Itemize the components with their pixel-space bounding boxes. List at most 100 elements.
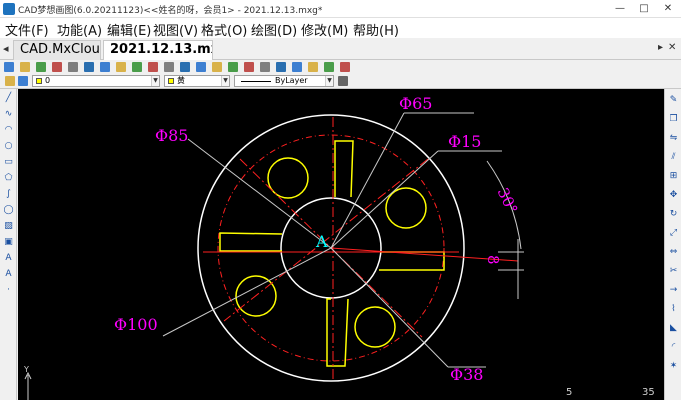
break-icon[interactable]: ⌇ [668, 304, 679, 315]
menu-function[interactable]: 功能(A) [57, 20, 102, 39]
point-icon[interactable]: · [3, 285, 14, 296]
array-icon[interactable]: ⊞ [668, 171, 679, 182]
pdf-icon[interactable] [324, 62, 334, 72]
mtext-icon[interactable]: A [3, 269, 14, 280]
properties-icon[interactable] [276, 62, 286, 72]
coordinate-x: 5 [566, 387, 573, 398]
layer-state-icon[interactable] [18, 76, 28, 86]
menu-file[interactable]: 文件(F) [5, 20, 49, 39]
erase-icon[interactable]: ✎ [668, 95, 679, 106]
menu-modify[interactable]: 修改(M) [301, 20, 348, 39]
slot-bottom [326, 298, 349, 367]
scale-icon[interactable]: ⤢ [668, 228, 679, 239]
zoom-in-icon[interactable] [180, 62, 190, 72]
chamfer-icon[interactable]: ◣ [668, 323, 679, 334]
extend-icon[interactable]: → [668, 285, 679, 296]
copy-icon[interactable] [84, 62, 94, 72]
layer-value: 0 [45, 76, 51, 85]
tab-list-icon[interactable]: ▸ [658, 42, 663, 53]
text-icon[interactable]: A [3, 253, 14, 264]
new-icon[interactable] [4, 62, 14, 72]
maximize-button[interactable]: □ [633, 0, 655, 18]
document-tab-bar: ◂ CAD.MxCloud 2021.12.13.mxg* ▸ ✕ [0, 38, 681, 60]
spline-icon[interactable]: ∫ [3, 189, 14, 200]
drawing-svg [24, 112, 524, 400]
line-icon[interactable]: ╱ [3, 93, 14, 104]
minimize-button[interactable]: — [609, 0, 631, 18]
coordinate-y: 35 [642, 387, 655, 398]
match-icon[interactable] [292, 62, 302, 72]
draw-toolbar: ╱ ∿ ◠ ○ ▭ ⬠ ∫ ◯ ▨ ▣ A A · [0, 89, 17, 400]
hole-bottom-right [354, 306, 396, 348]
properties-toolbar: 0 ▼ 黄 ▼ ByLayer ▼ [0, 74, 681, 89]
tab-scroll-icon[interactable]: ◂ [3, 42, 9, 55]
polygon-icon[interactable]: ⬠ [3, 173, 14, 184]
hatch-icon[interactable]: ▨ [3, 221, 14, 232]
print-icon[interactable] [52, 62, 62, 72]
layer-manager-icon[interactable] [5, 76, 15, 86]
chevron-down-icon[interactable]: ▼ [151, 76, 159, 86]
rectangle-icon[interactable]: ▭ [3, 157, 14, 168]
hole-top-right [385, 187, 427, 229]
move-icon[interactable]: ✥ [668, 190, 679, 201]
drawing-canvas[interactable]: Φ85 Φ65 Φ15 Φ100 Φ38 30° 8 A Y 5 35 [18, 89, 664, 400]
dim-label-d85: Φ85 [155, 126, 189, 145]
rotate-icon[interactable]: ↻ [668, 209, 679, 220]
menu-bar: 文件(F) 功能(A) 编辑(E) 视图(V) 格式(O) 绘图(D) 修改(M… [0, 18, 681, 39]
arc-icon[interactable]: ◠ [3, 125, 14, 136]
zoom-window-icon[interactable] [212, 62, 222, 72]
regen-icon[interactable] [244, 62, 254, 72]
slot-top [334, 140, 354, 198]
offset-icon[interactable]: ⫽ [668, 152, 679, 163]
trim-icon[interactable]: ✂ [668, 266, 679, 277]
copy-icon[interactable]: ❐ [668, 114, 679, 125]
tab-close-icon[interactable]: ✕ [668, 42, 676, 53]
zoom-extents-icon[interactable] [228, 62, 238, 72]
menu-format[interactable]: 格式(O) [201, 20, 247, 39]
app-logo-icon [3, 3, 15, 15]
dim-label-d100: Φ100 [114, 315, 158, 334]
redo-icon[interactable] [132, 62, 142, 72]
line-style-icon[interactable] [338, 76, 348, 86]
menu-draw[interactable]: 绘图(D) [251, 20, 297, 39]
color-icon[interactable] [308, 62, 318, 72]
ucs-y-label: Y [24, 365, 29, 374]
mirror-icon[interactable]: ⇋ [668, 133, 679, 144]
window-title: CAD梦想画图(6.0.20211123)<<姓名的呀，会员1> - 2021.… [18, 6, 323, 16]
layer-select[interactable]: 0 ▼ [32, 75, 160, 87]
title-bar: CAD梦想画图(6.0.20211123)<<姓名的呀，会员1> - 2021.… [0, 0, 681, 18]
fillet-icon[interactable]: ◜ [668, 342, 679, 353]
zoom-out-icon[interactable] [196, 62, 206, 72]
polyline-icon[interactable]: ∿ [3, 109, 14, 120]
dim-label-d15: Φ15 [448, 132, 482, 151]
color-select[interactable]: 黄 ▼ [164, 75, 230, 87]
open-icon[interactable] [20, 62, 30, 72]
circle-icon[interactable]: ○ [3, 141, 14, 152]
paste-icon[interactable] [100, 62, 110, 72]
explode-icon[interactable]: ✶ [668, 361, 679, 372]
lineweight-select[interactable]: ByLayer ▼ [234, 75, 334, 87]
cut-icon[interactable] [68, 62, 78, 72]
dim-label-width: 8 [484, 255, 502, 265]
menu-help[interactable]: 帮助(H) [353, 20, 399, 39]
menu-view[interactable]: 视图(V) [153, 20, 198, 39]
block-icon[interactable]: ▣ [3, 237, 14, 248]
color-swatch [168, 77, 174, 84]
chevron-down-icon[interactable]: ▼ [325, 76, 333, 86]
undo-icon[interactable] [116, 62, 126, 72]
lineweight-value: ByLayer [275, 76, 308, 85]
zoom-icon[interactable] [148, 62, 158, 72]
save-icon[interactable] [36, 62, 46, 72]
image-icon[interactable] [340, 62, 350, 72]
chevron-down-icon[interactable]: ▼ [221, 76, 229, 86]
tab-cad-mxcloud[interactable]: CAD.MxCloud [13, 40, 101, 60]
close-button[interactable]: ✕ [657, 0, 679, 18]
tab-drawing[interactable]: 2021.12.13.mxg* [103, 40, 213, 60]
dim-label-d38: Φ38 [450, 365, 484, 384]
stretch-icon[interactable]: ⇔ [668, 247, 679, 258]
grid-icon[interactable] [260, 62, 270, 72]
ellipse-icon[interactable]: ◯ [3, 205, 14, 216]
menu-edit[interactable]: 编辑(E) [107, 20, 151, 39]
leader-d15 [330, 150, 439, 249]
pan-icon[interactable] [164, 62, 174, 72]
